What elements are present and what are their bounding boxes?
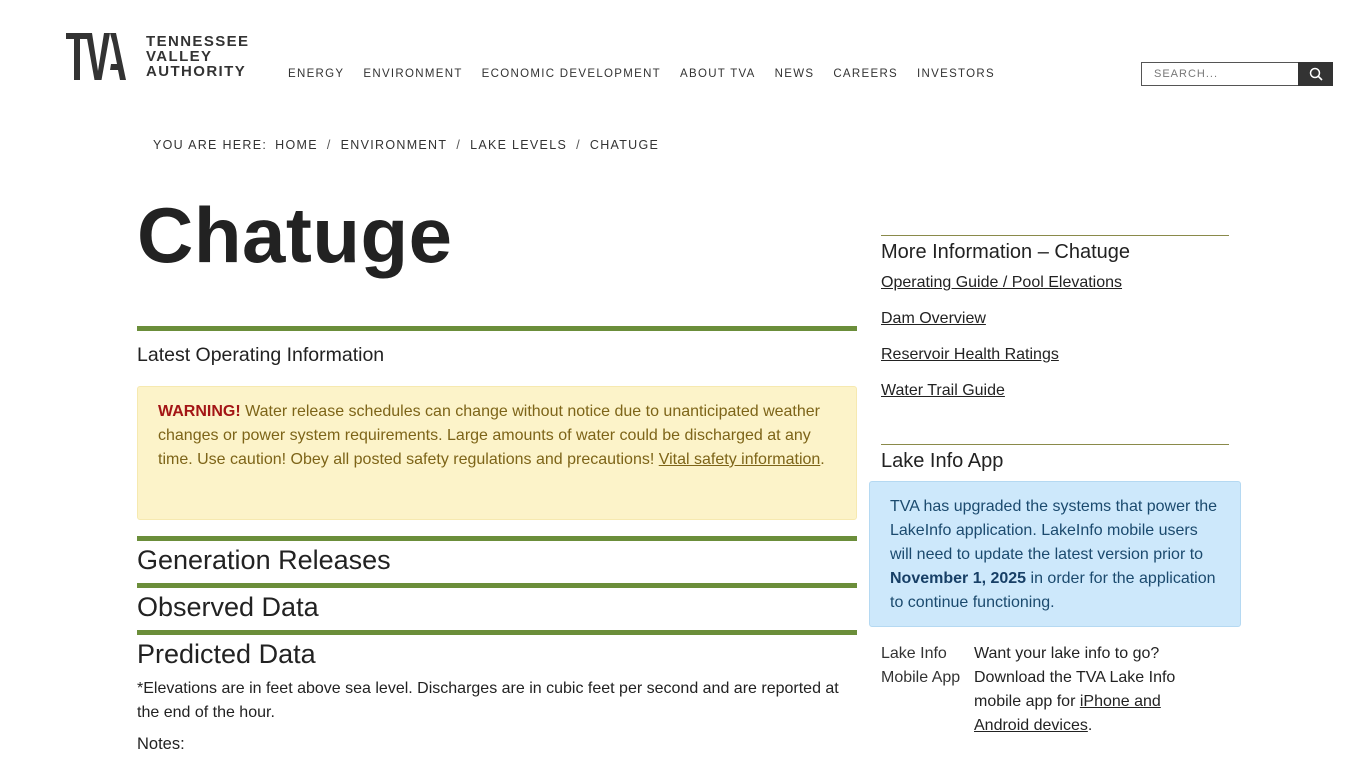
section-divider bbox=[137, 583, 857, 588]
vital-safety-link[interactable]: Vital safety information bbox=[659, 451, 821, 468]
section-divider bbox=[137, 536, 857, 541]
nav-careers[interactable]: CAREERS bbox=[833, 68, 898, 80]
logo-wordmark: TENNESSEE VALLEY AUTHORITY bbox=[146, 34, 249, 79]
section-divider bbox=[137, 326, 857, 331]
search-icon bbox=[1309, 67, 1323, 81]
more-info-heading: More Information – Chatuge bbox=[881, 241, 1131, 263]
notes-label: Notes: bbox=[137, 735, 185, 753]
tva-logo[interactable]: TENNESSEE VALLEY AUTHORITY bbox=[66, 33, 249, 80]
breadcrumb-environment[interactable]: ENVIRONMENT bbox=[341, 138, 448, 152]
breadcrumb-current: CHATUGE bbox=[589, 138, 660, 152]
predicted-data-heading[interactable]: Predicted Data bbox=[137, 639, 316, 670]
warning-period: . bbox=[820, 451, 825, 468]
page-title: Chatuge bbox=[137, 191, 453, 279]
latest-operating-heading: Latest Operating Information bbox=[137, 344, 385, 366]
generation-releases-heading[interactable]: Generation Releases bbox=[137, 545, 391, 576]
reservoir-health-link[interactable]: Reservoir Health Ratings bbox=[881, 346, 1059, 364]
main-nav: ENERGY ENVIRONMENT ECONOMIC DEVELOPMENT … bbox=[288, 68, 1014, 80]
breadcrumb-separator: / bbox=[326, 138, 332, 152]
site-search bbox=[1141, 62, 1333, 86]
lake-info-app-image: Lake Info Mobile App bbox=[881, 645, 961, 686]
nav-about-tva[interactable]: ABOUT TVA bbox=[680, 68, 756, 80]
logo-line: AUTHORITY bbox=[146, 63, 247, 80]
logo-line: TENNESSEE bbox=[146, 33, 250, 50]
info-date: November 1, 2025 bbox=[890, 570, 1027, 587]
warning-alert: WARNING! Water release schedules can cha… bbox=[137, 386, 857, 520]
logo-line: VALLEY bbox=[146, 48, 213, 65]
water-trail-link[interactable]: Water Trail Guide bbox=[881, 382, 1005, 400]
lake-info-app-heading: Lake Info App bbox=[881, 450, 1004, 472]
observed-data-heading[interactable]: Observed Data bbox=[137, 592, 319, 623]
nav-economic-development[interactable]: ECONOMIC DEVELOPMENT bbox=[482, 68, 661, 80]
breadcrumb-separator: / bbox=[456, 138, 462, 152]
breadcrumb-separator: / bbox=[576, 138, 581, 152]
nav-energy[interactable]: ENERGY bbox=[288, 68, 344, 80]
nav-news[interactable]: NEWS bbox=[775, 68, 815, 80]
app-download-text: Want your lake info to go? Download the … bbox=[974, 642, 1214, 738]
breadcrumb: YOU ARE HERE: HOME / ENVIRONMENT / LAKE … bbox=[153, 138, 659, 152]
search-button[interactable] bbox=[1298, 62, 1333, 86]
nav-environment[interactable]: ENVIRONMENT bbox=[363, 68, 462, 80]
breadcrumb-home[interactable]: HOME bbox=[275, 138, 318, 152]
elevations-note: *Elevations are in feet above sea level.… bbox=[137, 680, 839, 721]
operating-guide-link[interactable]: Operating Guide / Pool Elevations bbox=[881, 274, 1122, 292]
app-text: . bbox=[1087, 717, 1093, 734]
search-input[interactable] bbox=[1141, 62, 1298, 86]
dam-overview-link[interactable]: Dam Overview bbox=[881, 310, 986, 328]
breadcrumb-lead: YOU ARE HERE: bbox=[153, 138, 268, 152]
nav-investors[interactable]: INVESTORS bbox=[917, 68, 995, 80]
tva-logo-mark-icon bbox=[66, 33, 126, 80]
section-divider bbox=[137, 630, 857, 635]
breadcrumb-lake-levels[interactable]: LAKE LEVELS bbox=[470, 138, 567, 152]
warning-label: WARNING! bbox=[158, 403, 241, 420]
info-text: TVA has upgraded the systems that power … bbox=[890, 498, 1217, 563]
app-upgrade-notice: TVA has upgraded the systems that power … bbox=[869, 481, 1241, 627]
sidebar-divider bbox=[881, 235, 1229, 236]
sidebar-divider bbox=[881, 444, 1229, 445]
